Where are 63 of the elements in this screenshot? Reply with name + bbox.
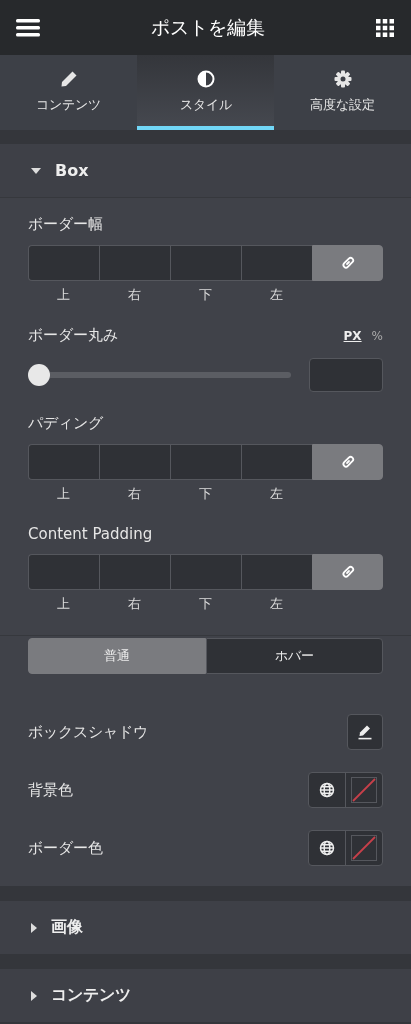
globe-icon <box>319 840 335 856</box>
link-icon <box>340 455 355 469</box>
control-label: Content Padding <box>28 525 154 543</box>
control-label: ボーダー幅 <box>28 215 104 234</box>
dimension-input[interactable] <box>99 245 170 281</box>
grid-icon[interactable] <box>376 18 394 37</box>
edit-button[interactable] <box>347 714 383 750</box>
side-label: 下 <box>199 595 212 613</box>
state-tab[interactable]: 普通 <box>28 638 206 674</box>
pencil-icon <box>59 70 78 88</box>
control-label: ボーダー色 <box>28 838 103 858</box>
menu-icon[interactable] <box>16 18 40 37</box>
link-button[interactable] <box>312 554 383 590</box>
color-picker[interactable] <box>308 772 383 808</box>
dimension-input[interactable] <box>28 554 99 590</box>
globe-icon <box>319 782 335 798</box>
link-button[interactable] <box>312 245 383 281</box>
dimension-input[interactable] <box>28 245 99 281</box>
link-icon <box>340 565 355 579</box>
control-label: パディング <box>28 414 104 433</box>
dimension-input[interactable] <box>99 554 170 590</box>
side-label: 上 <box>57 286 70 304</box>
caret-down-icon <box>31 167 41 174</box>
control-label: ボーダー丸み <box>28 326 118 345</box>
side-label: 左 <box>270 286 283 304</box>
dimension-input[interactable] <box>241 554 312 590</box>
link-icon <box>340 256 355 270</box>
caret-right-icon <box>31 990 37 1001</box>
dimension-input[interactable] <box>170 245 241 281</box>
state-tab[interactable]: ホバー <box>205 638 383 674</box>
panel-tab[interactable]: コンテンツ <box>0 55 137 130</box>
dimension-input[interactable] <box>99 444 170 480</box>
dimension-input[interactable] <box>170 554 241 590</box>
panel-title: ポストを編集 <box>151 14 265 40</box>
side-label: 右 <box>128 595 141 613</box>
number-input[interactable] <box>309 358 383 392</box>
side-label: 上 <box>57 485 70 503</box>
side-label: 左 <box>270 485 283 503</box>
contrast-icon <box>196 70 215 88</box>
side-label: 右 <box>128 485 141 503</box>
color-picker[interactable] <box>308 830 383 866</box>
control-label: 背景色 <box>28 780 73 800</box>
control-label: ボックスシャドウ <box>28 722 148 742</box>
dimension-input[interactable] <box>170 444 241 480</box>
side-label: 上 <box>57 595 70 613</box>
slider-thumb[interactable] <box>28 364 50 386</box>
panel-tab[interactable]: 高度な設定 <box>274 55 411 130</box>
dimension-input[interactable] <box>241 245 312 281</box>
unit-option[interactable]: % <box>371 328 383 343</box>
pencil-icon <box>357 724 373 740</box>
panel-tab[interactable]: スタイル <box>137 55 274 130</box>
gear-icon <box>333 70 352 88</box>
side-label: 右 <box>128 286 141 304</box>
empty-swatch-icon <box>351 835 377 861</box>
link-button[interactable] <box>312 444 383 480</box>
empty-swatch-icon <box>351 777 377 803</box>
side-label: 下 <box>199 485 212 503</box>
dimension-input[interactable] <box>28 444 99 480</box>
dimension-input[interactable] <box>241 444 312 480</box>
caret-right-icon <box>31 922 37 933</box>
unit-option[interactable]: PX <box>343 328 362 343</box>
side-label: 下 <box>199 286 212 304</box>
side-label: 左 <box>270 595 283 613</box>
